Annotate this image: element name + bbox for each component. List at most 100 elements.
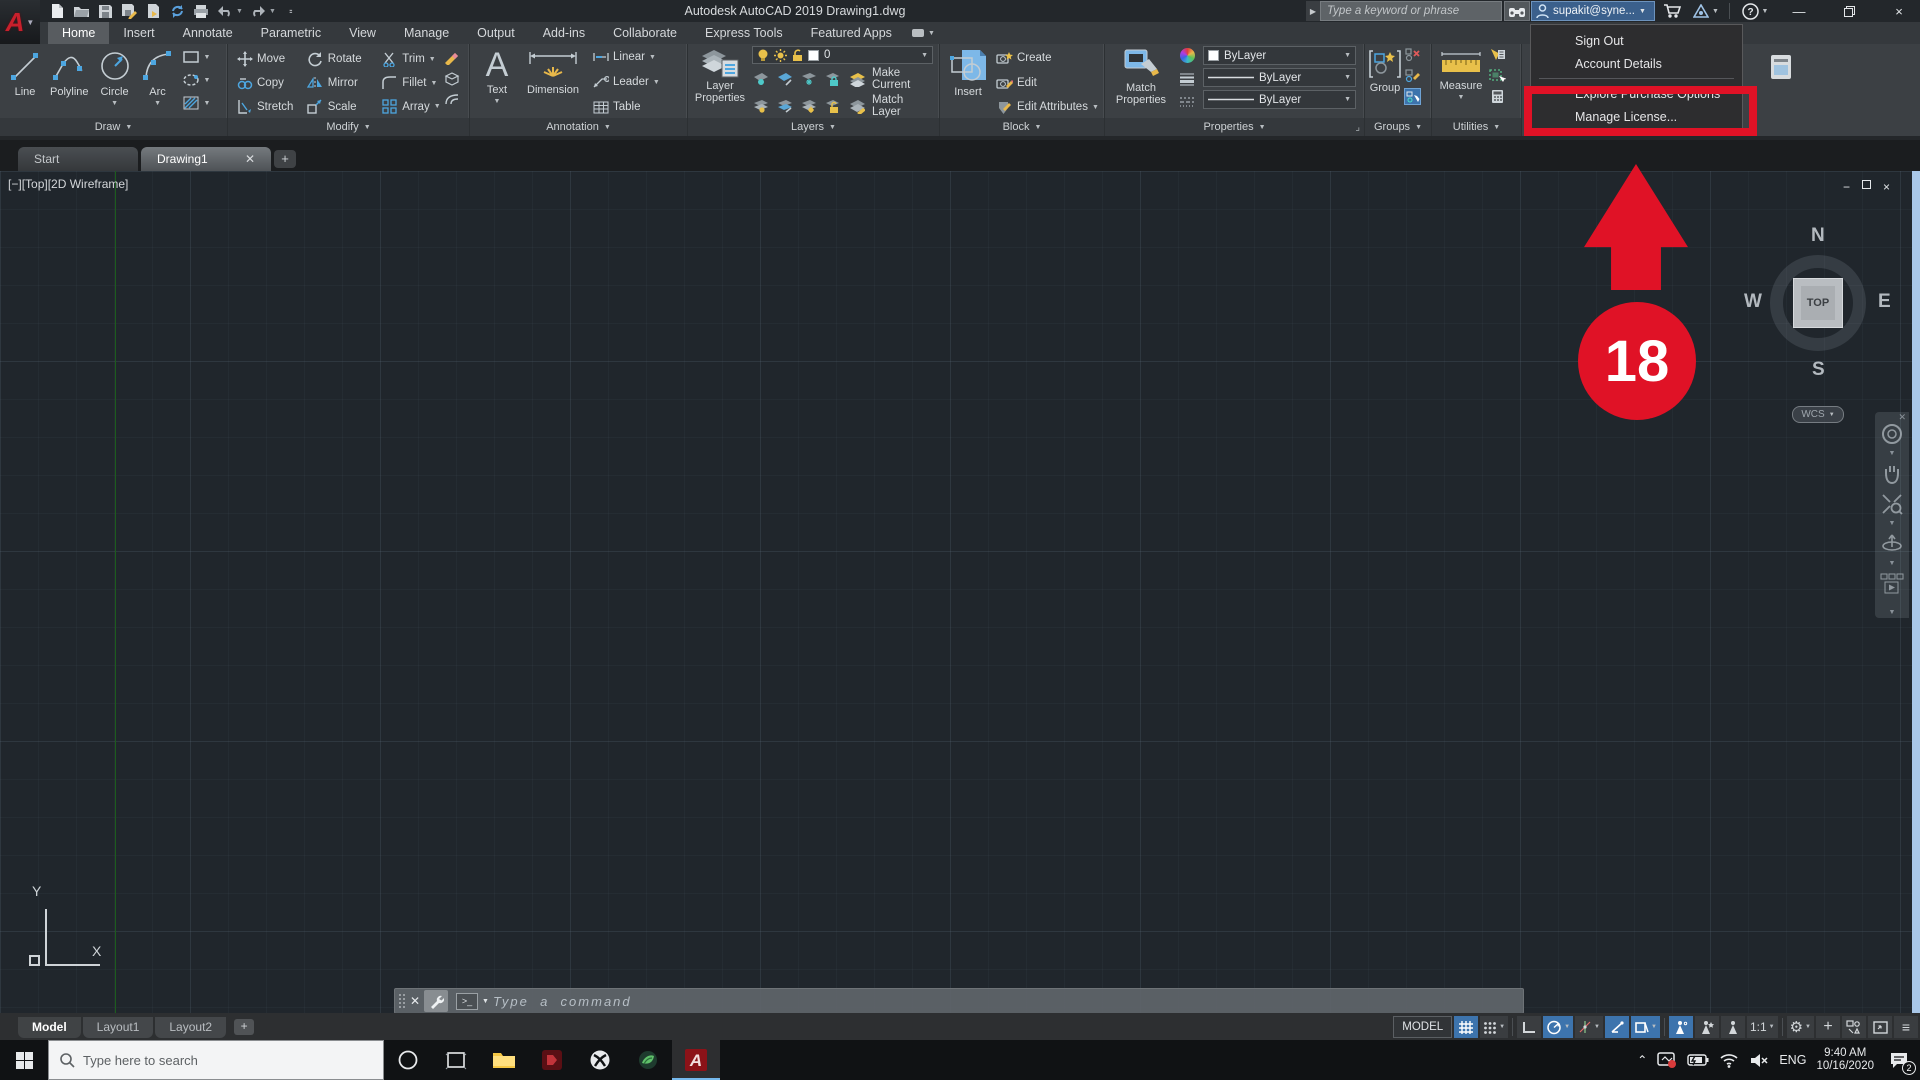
- display-notification-icon[interactable]: [1657, 1051, 1677, 1069]
- viewport-style-control[interactable]: [2D Wireframe]: [48, 177, 129, 191]
- panel-label-utilities[interactable]: Utilities▼: [1432, 118, 1521, 136]
- vertical-scrollbar[interactable]: [1912, 171, 1920, 1013]
- panel-label-annotation[interactable]: Annotation▼: [470, 118, 687, 136]
- file-tab-start[interactable]: Start: [18, 147, 138, 171]
- rectangle-dropdown[interactable]: ▼: [204, 54, 211, 61]
- undo-icon[interactable]: [216, 2, 234, 20]
- layer-on-row-icon[interactable]: [752, 98, 769, 115]
- close-drawing-icon[interactable]: ✕: [245, 152, 255, 166]
- make-current-icon[interactable]: [848, 71, 865, 88]
- doc-minimize-icon[interactable]: −: [1843, 180, 1850, 194]
- viewcube-south[interactable]: S: [1812, 359, 1825, 381]
- panel-label-draw[interactable]: Draw▼: [0, 118, 227, 136]
- select-objects-icon[interactable]: [1489, 67, 1506, 84]
- menu-item-sign-out[interactable]: Sign Out: [1531, 29, 1742, 52]
- viewport-view-control[interactable]: [Top]: [22, 177, 48, 191]
- text-dropdown[interactable]: ▼: [494, 96, 501, 108]
- zoom-extents-icon[interactable]: [1880, 492, 1904, 516]
- snap-toggle[interactable]: ▼: [1480, 1016, 1508, 1038]
- osnap-dropdown[interactable]: ▼: [1651, 1024, 1657, 1030]
- grid-toggle[interactable]: [1454, 1016, 1478, 1038]
- layer-thaw-row-icon[interactable]: [800, 98, 817, 115]
- quick-select-icon[interactable]: [1489, 46, 1506, 63]
- windows-search-input[interactable]: [83, 1053, 353, 1068]
- doc-restore-icon[interactable]: [1862, 180, 1871, 189]
- autocad-taskbar-button[interactable]: A: [672, 1040, 720, 1080]
- table-button[interactable]: Table: [592, 96, 660, 118]
- wifi-icon[interactable]: [1719, 1053, 1739, 1068]
- drawing-canvas[interactable]: [−][Top][2D Wireframe] − × N W E S TOP W…: [0, 171, 1920, 1013]
- menu-item-account-details[interactable]: Account Details: [1531, 52, 1742, 75]
- arc-dropdown[interactable]: ▼: [154, 98, 161, 110]
- undo-dropdown[interactable]: ▼: [236, 8, 243, 15]
- match-layer-icon[interactable]: [848, 98, 865, 115]
- annotation-scale-value[interactable]: 1:1▼: [1747, 1016, 1778, 1038]
- navbar-dropdown-2[interactable]: ▼: [1889, 522, 1896, 526]
- otrack-toggle[interactable]: [1605, 1016, 1629, 1038]
- block-create-button[interactable]: Create: [996, 47, 1099, 69]
- text-button[interactable]: A Text ▼: [480, 44, 514, 118]
- command-input[interactable]: [493, 994, 1523, 1009]
- app-store-icon[interactable]: ▼: [1688, 1, 1724, 21]
- file-explorer-icon[interactable]: [480, 1040, 528, 1080]
- restore-button[interactable]: [1832, 0, 1866, 22]
- application-menu-button[interactable]: A▼: [0, 0, 40, 44]
- tab-annotate[interactable]: Annotate: [169, 22, 247, 44]
- edit-attributes-button[interactable]: Edit Attributes▼: [996, 96, 1099, 118]
- red-app-icon[interactable]: [528, 1040, 576, 1080]
- properties-launcher-icon[interactable]: ⌟: [1355, 122, 1360, 133]
- trim-button[interactable]: Trim▼: [381, 48, 442, 71]
- workspace-dropdown[interactable]: ▼: [1805, 1024, 1811, 1030]
- search-button[interactable]: [1504, 1, 1530, 21]
- pan-icon[interactable]: [1880, 462, 1904, 486]
- navbar-dropdown-3[interactable]: ▼: [1889, 562, 1896, 566]
- leader-dropdown[interactable]: ▼: [653, 79, 660, 86]
- arc-button[interactable]: Arc ▼: [141, 44, 175, 118]
- ortho-toggle[interactable]: [1517, 1016, 1541, 1038]
- cart-icon[interactable]: [1658, 1, 1686, 21]
- redo-dropdown[interactable]: ▼: [269, 8, 276, 15]
- isolate-objects-button[interactable]: [1842, 1016, 1866, 1038]
- close-button[interactable]: ×: [1882, 0, 1916, 22]
- layer-properties-button[interactable]: Layer Properties: [694, 44, 746, 118]
- panel-label-groups[interactable]: Groups▼: [1365, 118, 1431, 136]
- xbox-icon[interactable]: [576, 1040, 624, 1080]
- fillet-button[interactable]: Fillet▼: [381, 72, 442, 95]
- panel-label-properties[interactable]: Properties▼⌟: [1105, 118, 1364, 136]
- clock[interactable]: 9:40 AM 10/16/2020: [1816, 1047, 1874, 1073]
- layout-tab-layout2[interactable]: Layout2: [155, 1017, 226, 1038]
- new-file-icon[interactable]: [48, 2, 66, 20]
- polyline-button[interactable]: Polyline: [50, 44, 89, 118]
- signed-in-account-button[interactable]: supakit@syne... ▼: [1531, 1, 1655, 21]
- isodraft-dropdown[interactable]: ▼: [1594, 1024, 1600, 1030]
- task-view-icon[interactable]: [432, 1040, 480, 1080]
- isodraft-toggle[interactable]: ▼: [1575, 1016, 1603, 1038]
- lineweight-combo[interactable]: ByLayer▼: [1203, 68, 1356, 87]
- fillet-dropdown[interactable]: ▼: [431, 80, 438, 87]
- quick-calc-icon[interactable]: [1489, 88, 1506, 105]
- offset-icon[interactable]: [443, 91, 460, 108]
- group-selection-icon[interactable]: [1404, 88, 1421, 105]
- tab-manage[interactable]: Manage: [390, 22, 463, 44]
- annotation-scale-button[interactable]: [1721, 1016, 1745, 1038]
- measure-dropdown[interactable]: ▼: [1458, 92, 1465, 104]
- linear-dropdown[interactable]: ▼: [649, 54, 656, 61]
- linear-button[interactable]: Linear▼: [592, 46, 660, 68]
- layer-lock-icon[interactable]: [824, 71, 841, 88]
- language-indicator[interactable]: ENG: [1779, 1053, 1806, 1067]
- polar-dropdown[interactable]: ▼: [1564, 1024, 1570, 1030]
- cortana-icon[interactable]: [384, 1040, 432, 1080]
- keyword-search-input[interactable]: [1320, 1, 1502, 21]
- minimize-button[interactable]: —: [1782, 0, 1816, 22]
- layer-freeze-icon[interactable]: [800, 71, 817, 88]
- navigation-wheel-icon[interactable]: [1880, 422, 1904, 446]
- erase-icon[interactable]: [443, 49, 460, 66]
- scale-dropdown[interactable]: ▼: [1769, 1024, 1775, 1030]
- tab-collaborate[interactable]: Collaborate: [599, 22, 691, 44]
- ribbon-display-toggle[interactable]: ▼: [906, 22, 940, 44]
- action-center-button[interactable]: 2: [1884, 1047, 1914, 1073]
- array-button[interactable]: Array▼: [381, 95, 442, 118]
- layout-tab-model[interactable]: Model: [18, 1017, 81, 1038]
- panel-label-modify[interactable]: Modify▼: [228, 118, 469, 136]
- customization-menu-button[interactable]: ≡: [1894, 1016, 1918, 1038]
